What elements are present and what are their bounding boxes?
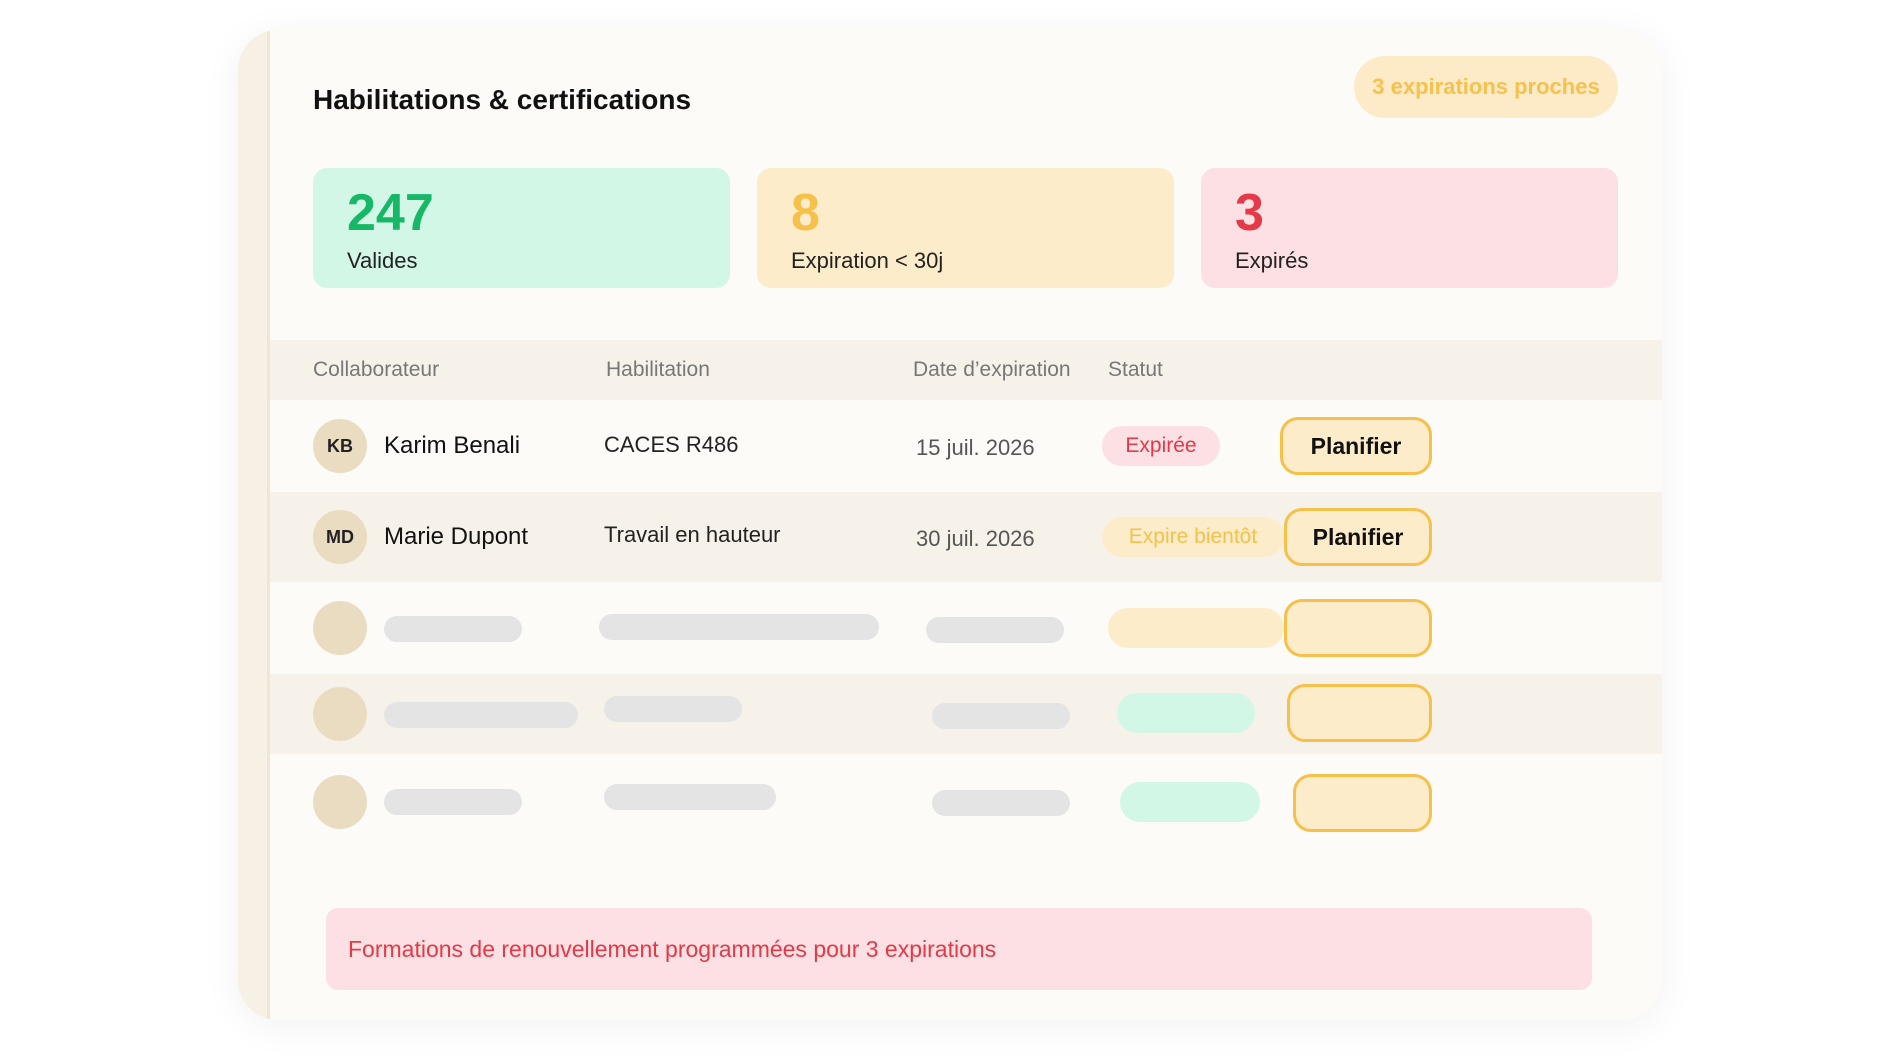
table-header: Collaborateur Habilitation Date d’expira…	[270, 340, 1662, 400]
panel-title: Habilitations & certifications	[313, 84, 692, 115]
stat-label: Expirés	[1235, 248, 1309, 273]
habilitation-name: CACES R486	[604, 432, 739, 457]
status-placeholder	[1117, 693, 1255, 733]
column-header-date[interactable]: Date d’expiration	[913, 340, 1071, 400]
collaborator-name: Karim Benali	[384, 432, 521, 459]
stat-value: 8	[791, 184, 820, 242]
name-placeholder	[384, 616, 522, 642]
column-header-habilitation[interactable]: Habilitation	[606, 340, 710, 400]
habilitation-placeholder	[604, 784, 776, 810]
skeleton-row	[270, 582, 1662, 674]
habilitation-placeholder	[599, 614, 879, 640]
avatar: MD	[313, 510, 367, 564]
expiration-date: 15 juil. 2026	[916, 435, 1035, 460]
certifications-panel: Habilitations & certifications 3 expirat…	[238, 30, 1662, 1020]
habilitation-placeholder	[604, 696, 742, 722]
action-button-placeholder[interactable]	[1284, 599, 1432, 657]
skeleton-row	[270, 674, 1662, 754]
avatar-placeholder	[313, 687, 367, 741]
planifier-button[interactable]: Planifier	[1280, 417, 1432, 475]
avatar: KB	[313, 419, 367, 473]
table-row[interactable]: MD Marie Dupont Travail en hauteur 30 ju…	[270, 492, 1662, 582]
column-header-collaborateur[interactable]: Collaborateur	[313, 340, 439, 400]
column-header-statut[interactable]: Statut	[1108, 340, 1163, 400]
status-placeholder	[1120, 782, 1260, 822]
action-button-placeholder[interactable]	[1293, 774, 1432, 832]
action-button-placeholder[interactable]	[1287, 684, 1432, 742]
date-placeholder	[926, 617, 1064, 643]
stat-label: Expiration < 30j	[791, 248, 944, 273]
stat-card-expiring[interactable]: 8 Expiration < 30j	[757, 168, 1174, 288]
side-strip	[238, 30, 270, 1020]
renewal-notice: Formations de renouvellement programmées…	[326, 908, 1592, 990]
stat-value: 3	[1235, 184, 1264, 242]
name-placeholder	[384, 789, 522, 815]
expirations-badge[interactable]: 3 expirations proches	[1354, 56, 1618, 118]
stat-card-valid[interactable]: 247 Valides	[313, 168, 730, 288]
skeleton-row	[270, 754, 1662, 846]
habilitation-name: Travail en hauteur	[604, 522, 781, 547]
date-placeholder	[932, 703, 1070, 729]
status-badge: Expirée	[1102, 426, 1220, 466]
avatar-placeholder	[313, 601, 367, 655]
status-badge: Expire bientôt	[1102, 517, 1284, 557]
date-placeholder	[932, 790, 1070, 816]
stat-label: Valides	[347, 248, 418, 273]
stat-value: 247	[347, 184, 434, 242]
collaborator-name: Marie Dupont	[384, 523, 529, 550]
name-placeholder	[384, 702, 578, 728]
status-placeholder	[1108, 608, 1284, 648]
avatar-placeholder	[313, 775, 367, 829]
table-row[interactable]: KB Karim Benali CACES R486 15 juil. 2026…	[270, 400, 1662, 492]
stat-card-expired[interactable]: 3 Expirés	[1201, 168, 1618, 288]
planifier-button[interactable]: Planifier	[1284, 508, 1432, 566]
expiration-date: 30 juil. 2026	[916, 526, 1035, 551]
